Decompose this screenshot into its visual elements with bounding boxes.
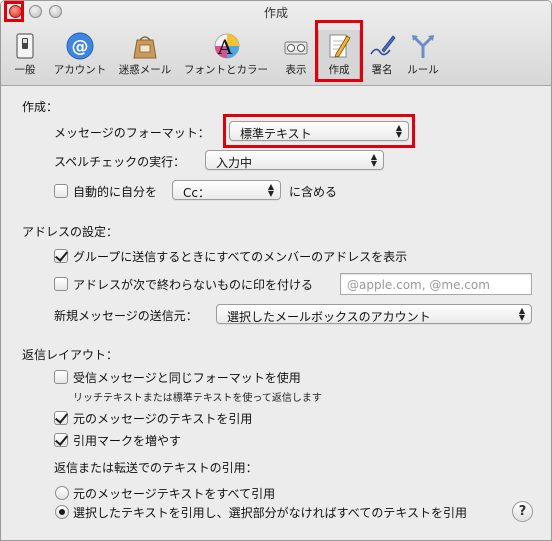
composing-tab-highlight	[315, 20, 363, 82]
group-addresses-checkbox[interactable]	[54, 249, 68, 263]
auto-cc-suffix: に含める	[289, 185, 338, 199]
preferences-pane: 作成： メッセージのフォーマット： 標準テキスト ▲ ▼ スペルチェックの実行： …	[1, 87, 551, 540]
toolbar-item-label: アカウント	[53, 64, 107, 76]
toolbar-item-rules[interactable]: ルール	[402, 30, 444, 80]
message-format-label: メッセージのフォーマット：	[54, 126, 210, 140]
toolbar-item-accounts[interactable]: @ アカウント	[49, 30, 111, 80]
svg-text:A: A	[217, 35, 233, 59]
toolbar-item-signatures[interactable]: 署名	[362, 30, 402, 80]
auto-cc-popup[interactable]: Cc： ▲ ▼	[172, 180, 281, 200]
toolbar-item-viewing[interactable]: 表示	[276, 30, 316, 80]
format-popup-highlight	[223, 114, 415, 148]
quote-selected-label: 選択したテキストを引用し、選択部分がなければすべてのテキストを引用	[73, 506, 467, 520]
rules-arrows-icon	[412, 35, 434, 58]
spell-check-popup[interactable]: 入力中 ▲ ▼	[205, 150, 384, 170]
toolbar-item-label: 表示	[285, 64, 307, 76]
increase-quote-label: 引用マークを増やす	[73, 434, 182, 448]
title-bar: 作成 一般 @ アカウント 迷惑メール A フォントとカラー 表示 作成 署名 …	[1, 1, 551, 86]
toolbar-item-fonts-colors[interactable]: A フォントとカラー	[179, 30, 273, 80]
viewing-glasses-icon	[284, 41, 308, 55]
toolbar-item-general[interactable]: 一般	[3, 30, 47, 80]
toolbar-item-label: 一般	[14, 64, 36, 76]
toolbar-item-junk-mail[interactable]: 迷惑メール	[113, 30, 177, 80]
quoting-heading: 返信または転送でのテキストの引用：	[54, 461, 258, 475]
quote-all-radio[interactable]	[55, 486, 69, 500]
domain-input-placeholder: @apple.com, @me.com	[347, 278, 490, 292]
junk-mail-bag-icon	[133, 36, 157, 59]
mark-addresses-label: アドレスが次で終わらないものに印を付ける	[73, 278, 314, 292]
font-color-icon: A	[214, 33, 240, 59]
up-down-arrows-icon: ▲ ▼	[267, 182, 274, 198]
increase-quote-checkbox[interactable]	[54, 433, 68, 447]
addressing-heading: アドレスの設定：	[22, 225, 119, 239]
spell-check-value: 入力中	[216, 156, 253, 170]
preferences-window: 作成 一般 @ アカウント 迷惑メール A フォントとカラー 表示 作成 署名 …	[0, 0, 552, 541]
auto-cc-self-label: 自動的に自分を	[73, 185, 158, 199]
toolbar-item-label: 署名	[371, 64, 393, 76]
at-sign-icon: @	[66, 32, 94, 60]
send-from-value: 選択したメールボックスのアカウント	[227, 310, 431, 324]
quote-text-label: 元のメッセージのテキストを引用	[73, 412, 253, 426]
quote-selected-radio[interactable]	[55, 505, 69, 519]
spell-check-label: スペルチェックの実行：	[54, 155, 186, 169]
switch-icon	[16, 33, 34, 59]
quote-all-label: 元のメッセージテキストをすべて引用	[73, 487, 276, 501]
up-down-arrows-icon: ▲ ▼	[370, 152, 377, 168]
quote-text-checkbox[interactable]	[54, 411, 68, 425]
svg-text:@: @	[72, 37, 89, 57]
toolbar-item-label: フォントとカラー	[184, 64, 268, 76]
group-addresses-label: グループに送信するときにすべてのメンバーのアドレスを表示	[73, 250, 408, 264]
help-button[interactable]: ?	[512, 501, 533, 522]
same-format-label: 受信メッセージと同じフォーマットを使用	[73, 371, 301, 385]
toolbar-item-label: 迷惑メール	[118, 64, 172, 76]
send-from-label: 新規メッセージの送信元：	[54, 309, 198, 323]
mark-addresses-checkbox[interactable]	[54, 277, 68, 291]
auto-cc-value: Cc：	[183, 186, 210, 200]
window-title: 作成	[263, 6, 288, 20]
composing-heading: 作成：	[22, 100, 59, 114]
toolbar-item-label: ルール	[407, 64, 439, 76]
send-from-popup[interactable]: 選択したメールボックスのアカウント ▲ ▼	[216, 304, 532, 324]
same-format-note: リッチテキストまたは標準テキストを使って返信します	[73, 393, 322, 404]
responding-heading: 返信レイアウト：	[22, 348, 119, 362]
domain-input[interactable]: @apple.com, @me.com	[340, 273, 532, 295]
auto-cc-self-checkbox[interactable]	[54, 184, 68, 198]
same-format-checkbox[interactable]	[54, 370, 68, 384]
up-down-arrows-icon: ▲ ▼	[518, 306, 525, 322]
signature-pen-icon	[370, 35, 396, 56]
